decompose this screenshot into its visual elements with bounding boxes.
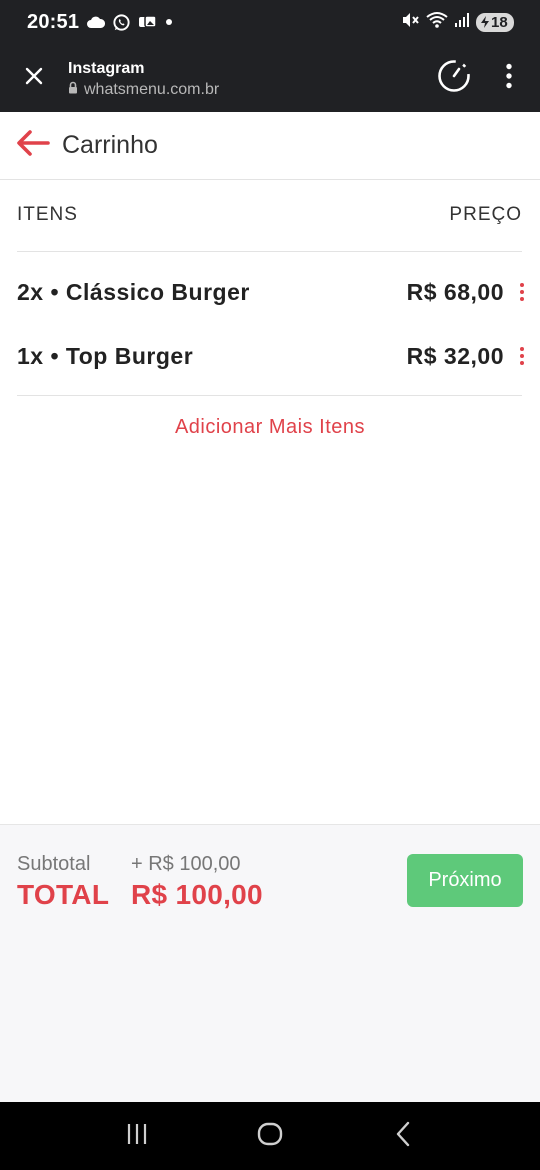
signal-icon bbox=[454, 12, 470, 33]
lock-icon bbox=[68, 81, 78, 99]
status-notification-icons bbox=[87, 13, 174, 32]
url-line: whatsmenu.com.br bbox=[68, 81, 424, 99]
cart-item-price: R$ 68,00 bbox=[406, 278, 504, 305]
cart-item-row: 2x • Clássico Burger R$ 68,00 bbox=[17, 272, 524, 312]
dot-icon bbox=[164, 17, 174, 27]
back-arrow-icon[interactable] bbox=[16, 129, 50, 162]
photos-icon bbox=[138, 15, 157, 29]
whatsapp-icon bbox=[112, 13, 131, 32]
total-value: R$ 100,00 bbox=[131, 879, 263, 910]
mute-icon bbox=[402, 12, 420, 33]
close-browser-button[interactable] bbox=[0, 44, 68, 112]
cart-item-price: R$ 32,00 bbox=[406, 342, 504, 369]
add-more-items-link[interactable]: Adicionar Mais Itens bbox=[0, 416, 540, 439]
status-bar: 20:51 18 bbox=[0, 0, 540, 44]
back-icon bbox=[395, 1121, 411, 1152]
subtotal-label: Subtotal bbox=[17, 853, 91, 875]
cart-item-name: 1x • Top Burger bbox=[17, 342, 194, 369]
system-nav-bar bbox=[0, 1102, 540, 1170]
cart-item-name: 2x • Clássico Burger bbox=[17, 278, 250, 305]
divider bbox=[17, 251, 522, 252]
page-title: Carrinho bbox=[62, 131, 158, 159]
browser-title: Instagram bbox=[68, 59, 145, 77]
battery-icon: 18 bbox=[476, 12, 514, 32]
wifi-icon bbox=[426, 11, 448, 33]
more-vert-icon bbox=[505, 63, 513, 94]
close-icon bbox=[25, 67, 43, 90]
total-label: TOTAL bbox=[17, 879, 110, 910]
recents-icon bbox=[126, 1123, 148, 1150]
cart-summary: Subtotal + R$ 100,00 TOTAL R$ 100,00 Pró… bbox=[0, 824, 540, 1102]
cart-header: Carrinho bbox=[0, 112, 540, 180]
timer-icon bbox=[436, 58, 472, 99]
status-system-icons: 18 bbox=[402, 11, 514, 33]
home-icon bbox=[257, 1122, 283, 1151]
cloud-icon bbox=[87, 16, 106, 28]
cart-page: Carrinho ITENS PREÇO 2x • Clássico Burge… bbox=[0, 112, 540, 1102]
items-column-header: ITENS bbox=[17, 204, 78, 225]
recents-button[interactable] bbox=[107, 1106, 167, 1166]
subtotal-value: + R$ 100,00 bbox=[131, 853, 241, 875]
url-block[interactable]: Instagram whatsmenu.com.br bbox=[68, 58, 424, 99]
status-time: 20:51 bbox=[27, 10, 80, 33]
battery-level: 18 bbox=[491, 13, 508, 31]
cart-item-row: 1x • Top Burger R$ 32,00 bbox=[17, 336, 524, 376]
item-options-icon[interactable] bbox=[514, 277, 530, 307]
in-app-browser-bar: Instagram whatsmenu.com.br bbox=[0, 44, 540, 112]
home-button[interactable] bbox=[240, 1106, 300, 1166]
divider bbox=[17, 395, 522, 396]
item-options-icon[interactable] bbox=[514, 341, 530, 371]
column-headers: ITENS PREÇO bbox=[17, 204, 522, 226]
next-button[interactable]: Próximo bbox=[407, 854, 523, 907]
timer-button[interactable] bbox=[424, 44, 484, 112]
back-button[interactable] bbox=[373, 1106, 433, 1166]
more-options-button[interactable] bbox=[484, 44, 534, 112]
price-column-header: PREÇO bbox=[449, 204, 522, 225]
browser-url: whatsmenu.com.br bbox=[84, 80, 220, 98]
